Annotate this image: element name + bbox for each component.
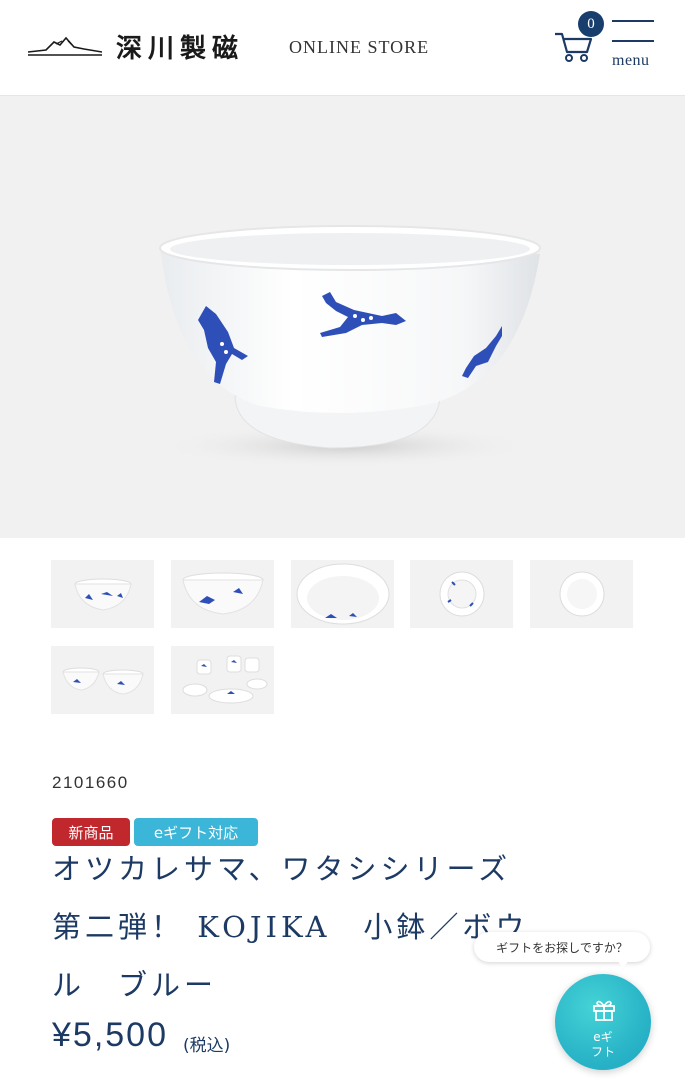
bowl-top-view-icon <box>296 563 390 625</box>
product-main-image[interactable] <box>0 96 685 538</box>
thumbnail-3[interactable] <box>291 560 394 628</box>
mountain-logo-icon[interactable] <box>28 32 102 58</box>
cart-count-badge: 0 <box>578 11 604 37</box>
product-title-line-3: ル ブルー <box>52 968 218 1002</box>
online-store-label: ONLINE STORE <box>289 37 430 57</box>
product-price: ¥5,500 <box>52 1016 168 1054</box>
tax-included-label: (税込) <box>183 1036 231 1056</box>
bowl-angled-view-icon <box>182 572 264 615</box>
thumbnail-7[interactable] <box>171 646 274 714</box>
thumbnail-1[interactable] <box>51 560 154 628</box>
gift-box-icon <box>593 1000 615 1021</box>
gift-bubble-tail <box>616 959 630 968</box>
product-title: オツカレサマ、ワタシシリーズ 第二弾！ KOJIKA 小鉢／ボウ ル ブルー <box>52 840 592 1014</box>
thumbnail-2[interactable] <box>171 560 274 628</box>
thumbnail-4[interactable] <box>410 560 513 628</box>
menu-bar-middle <box>612 40 654 42</box>
egift-button-label: eギ フト <box>590 1030 615 1059</box>
bowl-with-deer-pattern-icon <box>155 225 541 468</box>
bowl-bottom-view-icon <box>439 571 485 617</box>
product-title-line-2: 第二弾！ KOJIKA 小鉢／ボウ <box>52 910 529 944</box>
product-title-line-1: オツカレサマ、ワタシシリーズ <box>52 852 512 886</box>
thumbnail-6[interactable] <box>51 646 154 714</box>
site-header: 深川製磁 ONLINE STORE 0 menu <box>0 0 685 96</box>
product-code: 2101660 <box>52 773 129 792</box>
bowl-pair-icon <box>62 667 144 695</box>
menu-label[interactable]: menu <box>612 52 650 70</box>
bowl-side-view-icon <box>74 578 132 611</box>
thumbnail-5[interactable] <box>530 560 633 628</box>
gift-search-bubble[interactable]: ギフトをお探しですか？ <box>474 932 650 962</box>
bowl-inside-view-icon <box>559 571 605 617</box>
brand-logo-text[interactable]: 深川製磁 <box>116 28 244 65</box>
menu-bar-top <box>612 20 654 22</box>
egift-floating-button[interactable]: eギ フト <box>555 974 651 1070</box>
tableware-set-icon <box>182 655 268 704</box>
